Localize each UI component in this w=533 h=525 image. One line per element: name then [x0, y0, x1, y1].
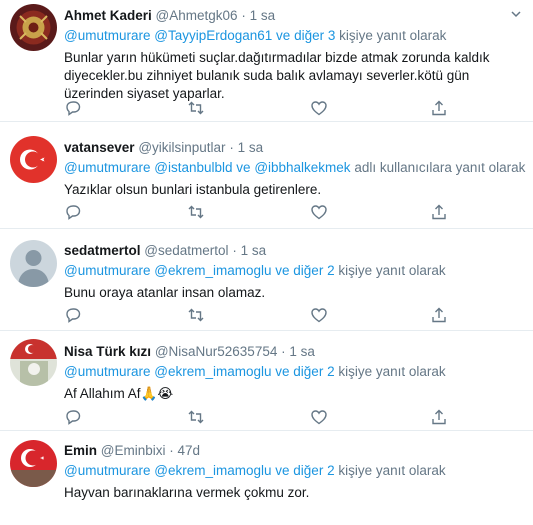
- reply-suffix: kişiye yanıt olarak: [339, 28, 447, 43]
- reply-context: @umutmurare @TayyipErdogan61 ve diğer 3 …: [64, 27, 523, 45]
- mention-link[interactable]: @umutmurare: [64, 160, 150, 175]
- mention-link[interactable]: @TayyipErdogan61: [154, 28, 272, 43]
- retweet-icon[interactable]: [187, 203, 205, 221]
- tweet-actions: [64, 408, 464, 426]
- mention-link[interactable]: @ekrem_imamoglu: [154, 263, 271, 278]
- timestamp[interactable]: 1 sa: [289, 344, 315, 359]
- retweet-icon[interactable]: [187, 99, 205, 117]
- display-name[interactable]: vatansever: [64, 140, 135, 155]
- timestamp[interactable]: 1 sa: [238, 140, 264, 155]
- chevron-down-icon[interactable]: [509, 7, 523, 21]
- user-handle[interactable]: @NisaNur52635754: [155, 344, 278, 359]
- reply-icon[interactable]: [64, 203, 82, 221]
- like-icon[interactable]: [310, 99, 328, 117]
- user-handle[interactable]: @Eminbixi: [101, 443, 166, 458]
- mention-link[interactable]: @istanbulbld: [154, 160, 232, 175]
- timestamp[interactable]: 47d: [178, 443, 201, 458]
- reply-suffix: kişiye yanıt olarak: [338, 463, 446, 478]
- separator-dot: ·: [281, 344, 286, 359]
- timestamp[interactable]: 1 sa: [241, 243, 267, 258]
- tweet-header: Ahmet Kaderi @Ahmetgk06 · 1 sa: [64, 7, 523, 25]
- mention-link[interactable]: @umutmurare: [64, 263, 150, 278]
- mention-link[interactable]: @umutmurare: [64, 364, 150, 379]
- mention-link[interactable]: diğer 2: [293, 263, 334, 278]
- like-icon[interactable]: [310, 408, 328, 426]
- mention-link[interactable]: @ibbhalkekmek: [254, 160, 350, 175]
- avatar[interactable]: [10, 4, 57, 51]
- tweet-text: Af Allahım Af🙏😭: [64, 386, 174, 401]
- tweet-4[interactable]: Nisa Türk kızı @NisaNur52635754 · 1 sa @…: [0, 331, 533, 431]
- mention-link[interactable]: @ekrem_imamoglu: [154, 463, 271, 478]
- mention-link[interactable]: diğer 2: [293, 364, 334, 379]
- reply-icon[interactable]: [64, 306, 82, 324]
- tweet-header: vatansever @yikilsinputlar · 1 sa: [64, 139, 523, 157]
- share-icon[interactable]: [430, 408, 448, 426]
- reply-context: @umutmurare @ekrem_imamoglu ve diğer 2 k…: [64, 262, 523, 280]
- reply-suffix: kişiye yanıt olarak: [338, 263, 446, 278]
- mention-link[interactable]: diğer 3: [294, 28, 335, 43]
- mention-link[interactable]: @umutmurare: [64, 463, 150, 478]
- tweet-3[interactable]: sedatmertol @sedatmertol · 1 sa @umutmur…: [0, 229, 533, 331]
- tweet-header: Emin @Eminbixi · 47d: [64, 442, 523, 460]
- tweet-text: Yazıklar olsun bunlari istanbula getiren…: [64, 182, 322, 197]
- tweet-5[interactable]: Emin @Eminbixi · 47d @umutmurare @ekrem_…: [0, 431, 533, 525]
- share-icon[interactable]: [430, 203, 448, 221]
- tweet-2[interactable]: vatansever @yikilsinputlar · 1 sa @umutm…: [0, 122, 533, 229]
- connector-text: ve: [275, 463, 290, 478]
- share-icon[interactable]: [430, 306, 448, 324]
- tweet-header: sedatmertol @sedatmertol · 1 sa: [64, 242, 523, 260]
- retweet-icon[interactable]: [187, 408, 205, 426]
- user-handle[interactable]: @yikilsinputlar: [138, 140, 225, 155]
- separator-dot: ·: [241, 8, 246, 23]
- tweet-actions: [64, 306, 464, 324]
- mention-link[interactable]: @umutmurare: [64, 28, 150, 43]
- display-name[interactable]: sedatmertol: [64, 243, 141, 258]
- display-name[interactable]: Ahmet Kaderi: [64, 8, 152, 23]
- avatar[interactable]: [10, 440, 57, 487]
- connector-text: ve: [236, 160, 251, 175]
- separator-dot: ·: [232, 243, 237, 258]
- reply-context: @umutmurare @istanbulbld ve @ibbhalkekme…: [64, 159, 526, 177]
- tweet-actions: [64, 203, 464, 221]
- avatar[interactable]: [10, 240, 57, 287]
- mention-link[interactable]: @ekrem_imamoglu: [154, 364, 271, 379]
- share-icon[interactable]: [430, 99, 448, 117]
- reply-context: @umutmurare @ekrem_imamoglu ve diğer 2 k…: [64, 462, 523, 480]
- retweet-icon[interactable]: [187, 306, 205, 324]
- tweet-header: Nisa Türk kızı @NisaNur52635754 · 1 sa: [64, 343, 523, 361]
- avatar[interactable]: [10, 339, 57, 386]
- tweet-text: Hayvan barınaklarına vermek çokmu zor.: [64, 485, 310, 500]
- like-icon[interactable]: [310, 203, 328, 221]
- display-name[interactable]: Nisa Türk kızı: [64, 344, 151, 359]
- tweet-text: Bunlar yarın hükümeti suçlar.dağıtırmadı…: [64, 50, 490, 101]
- user-handle[interactable]: @sedatmertol: [144, 243, 228, 258]
- connector-text: ve: [275, 263, 290, 278]
- user-handle[interactable]: @Ahmetgk06: [156, 8, 238, 23]
- mention-link[interactable]: diğer 2: [293, 463, 334, 478]
- display-name[interactable]: Emin: [64, 443, 97, 458]
- tweet-actions: [64, 99, 464, 117]
- connector-text: ve: [276, 28, 291, 43]
- reply-context: @umutmurare @ekrem_imamoglu ve diğer 2 k…: [64, 363, 523, 381]
- reply-icon[interactable]: [64, 408, 82, 426]
- reply-icon[interactable]: [64, 99, 82, 117]
- separator-dot: ·: [229, 140, 234, 155]
- connector-text: ve: [275, 364, 290, 379]
- reply-suffix: kişiye yanıt olarak: [338, 364, 446, 379]
- tweet-text: Bunu oraya atanlar insan olamaz.: [64, 285, 266, 300]
- timestamp[interactable]: 1 sa: [250, 8, 276, 23]
- reply-suffix: adlı kullanıcılara yanıt olarak: [354, 160, 526, 175]
- tweet-1[interactable]: Ahmet Kaderi @Ahmetgk06 · 1 sa @umutmura…: [0, 0, 533, 122]
- like-icon[interactable]: [310, 306, 328, 324]
- avatar[interactable]: [10, 136, 57, 183]
- separator-dot: ·: [169, 443, 174, 458]
